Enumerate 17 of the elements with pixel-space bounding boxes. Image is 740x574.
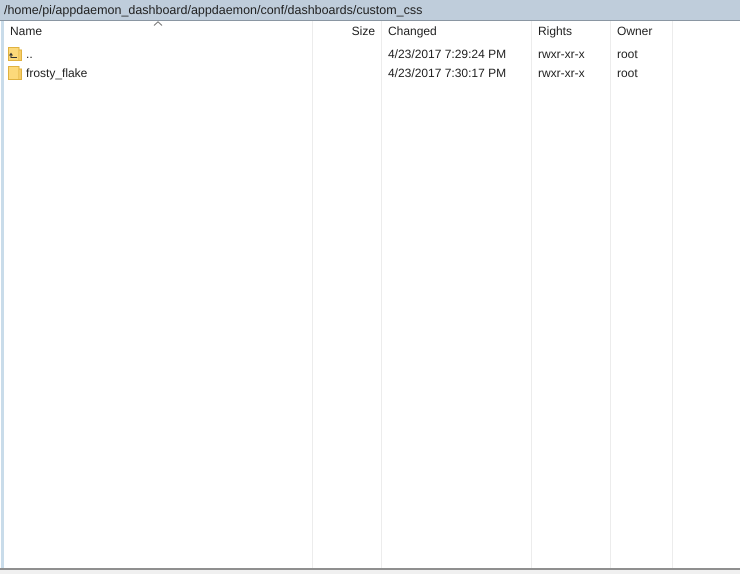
- rights-text: rwxr-xr-x: [538, 64, 585, 82]
- owner-text: root: [617, 46, 638, 62]
- column-header[interactable]: Changed: [382, 21, 531, 44]
- changed-date: 4/23/2017 7:29:24 PM: [388, 46, 506, 62]
- file-name[interactable]: ..: [26, 44, 33, 62]
- file-name[interactable]: frosty_flake: [26, 64, 88, 82]
- sort-ascending-icon: [154, 21, 162, 26]
- column-header[interactable]: Rights: [532, 21, 610, 44]
- folder-up-icon: [8, 46, 22, 60]
- column-header[interactable]: Owner: [611, 21, 672, 44]
- rights-text: rwxr-xr-x: [538, 46, 585, 62]
- changed-date: 4/23/2017 7:30:17 PM: [388, 64, 506, 82]
- column-header[interactable]: Name: [4, 21, 312, 44]
- column-header[interactable]: Size: [313, 21, 381, 44]
- owner-text: root: [617, 64, 638, 82]
- folder-icon: [8, 66, 22, 80]
- path-text: /home/pi/appdaemon_dashboard/appdaemon/conf/dashboards/custom_css: [4, 2, 422, 19]
